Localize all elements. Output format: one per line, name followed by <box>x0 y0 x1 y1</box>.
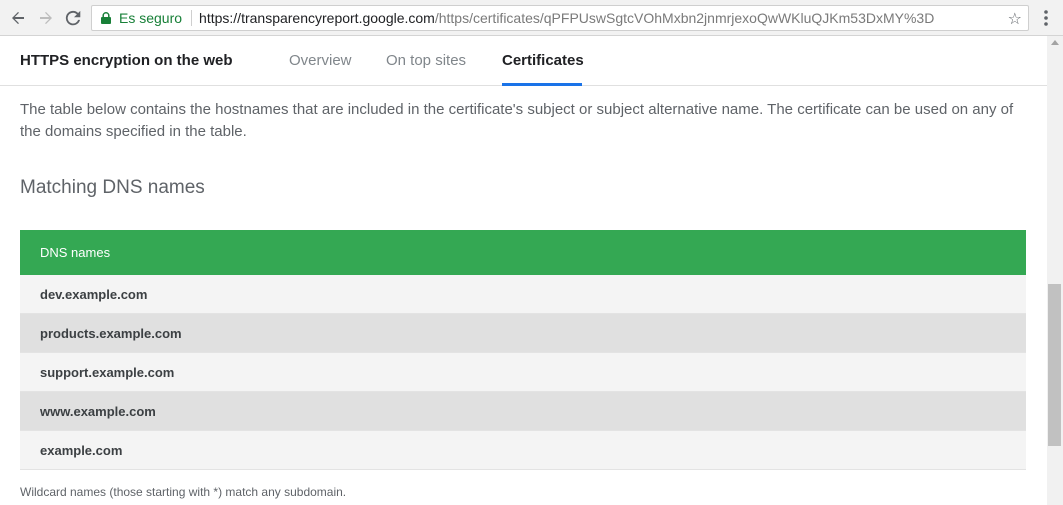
dns-name-cell: dev.example.com <box>40 286 148 302</box>
dns-name-cell: support.example.com <box>40 364 175 380</box>
table-header: DNS names <box>20 230 1026 275</box>
dns-name-cell: products.example.com <box>40 325 182 341</box>
tab-certificates[interactable]: Certificates <box>502 52 584 69</box>
omnibox-divider <box>191 10 193 26</box>
lock-icon <box>101 12 111 24</box>
dns-name-cell: example.com <box>40 442 123 458</box>
wildcard-footnote: Wildcard names (those starting with *) m… <box>20 485 347 499</box>
section-title: Matching DNS names <box>20 177 205 198</box>
browser-toolbar: Es seguro https://transparencyreport.goo… <box>0 0 1063 36</box>
column-header-dns-names: DNS names <box>40 245 111 260</box>
forward-icon[interactable] <box>36 8 56 28</box>
url-host: https://transparencyreport.google.com <box>199 10 435 26</box>
page-title: HTTPS encryption on the web <box>20 52 233 69</box>
site-header: HTTPS encryption on the web Overview On … <box>0 36 1047 86</box>
secure-label: Es seguro <box>119 10 183 26</box>
star-icon[interactable]: ☆ <box>1008 9 1022 29</box>
table-row: dev.example.com <box>20 275 1026 314</box>
active-tab-indicator <box>502 83 582 86</box>
dns-names-table: DNS names dev.example.com products.examp… <box>20 230 1026 470</box>
more-vert-icon[interactable] <box>1036 8 1056 28</box>
address-bar[interactable]: Es seguro https://transparencyreport.goo… <box>91 5 1029 31</box>
table-row: support.example.com <box>20 353 1026 392</box>
url-path: /https/certificates/qPFPUswSgtcVOhMxbn2j… <box>434 10 935 26</box>
reload-icon[interactable] <box>63 8 83 28</box>
tab-overview[interactable]: Overview <box>289 52 352 69</box>
table-row: www.example.com <box>20 392 1026 431</box>
table-row: products.example.com <box>20 314 1026 353</box>
intro-text: The table below contains the hostnames t… <box>20 101 1014 140</box>
secure-indicator[interactable]: Es seguro <box>92 10 182 26</box>
scroll-up-arrow-icon[interactable] <box>1051 40 1059 45</box>
back-icon[interactable] <box>8 8 28 28</box>
scrollbar-thumb[interactable] <box>1048 284 1061 446</box>
dns-name-cell: www.example.com <box>40 403 156 419</box>
tab-on-top-sites[interactable]: On top sites <box>386 52 466 69</box>
table-row: example.com <box>20 431 1026 470</box>
